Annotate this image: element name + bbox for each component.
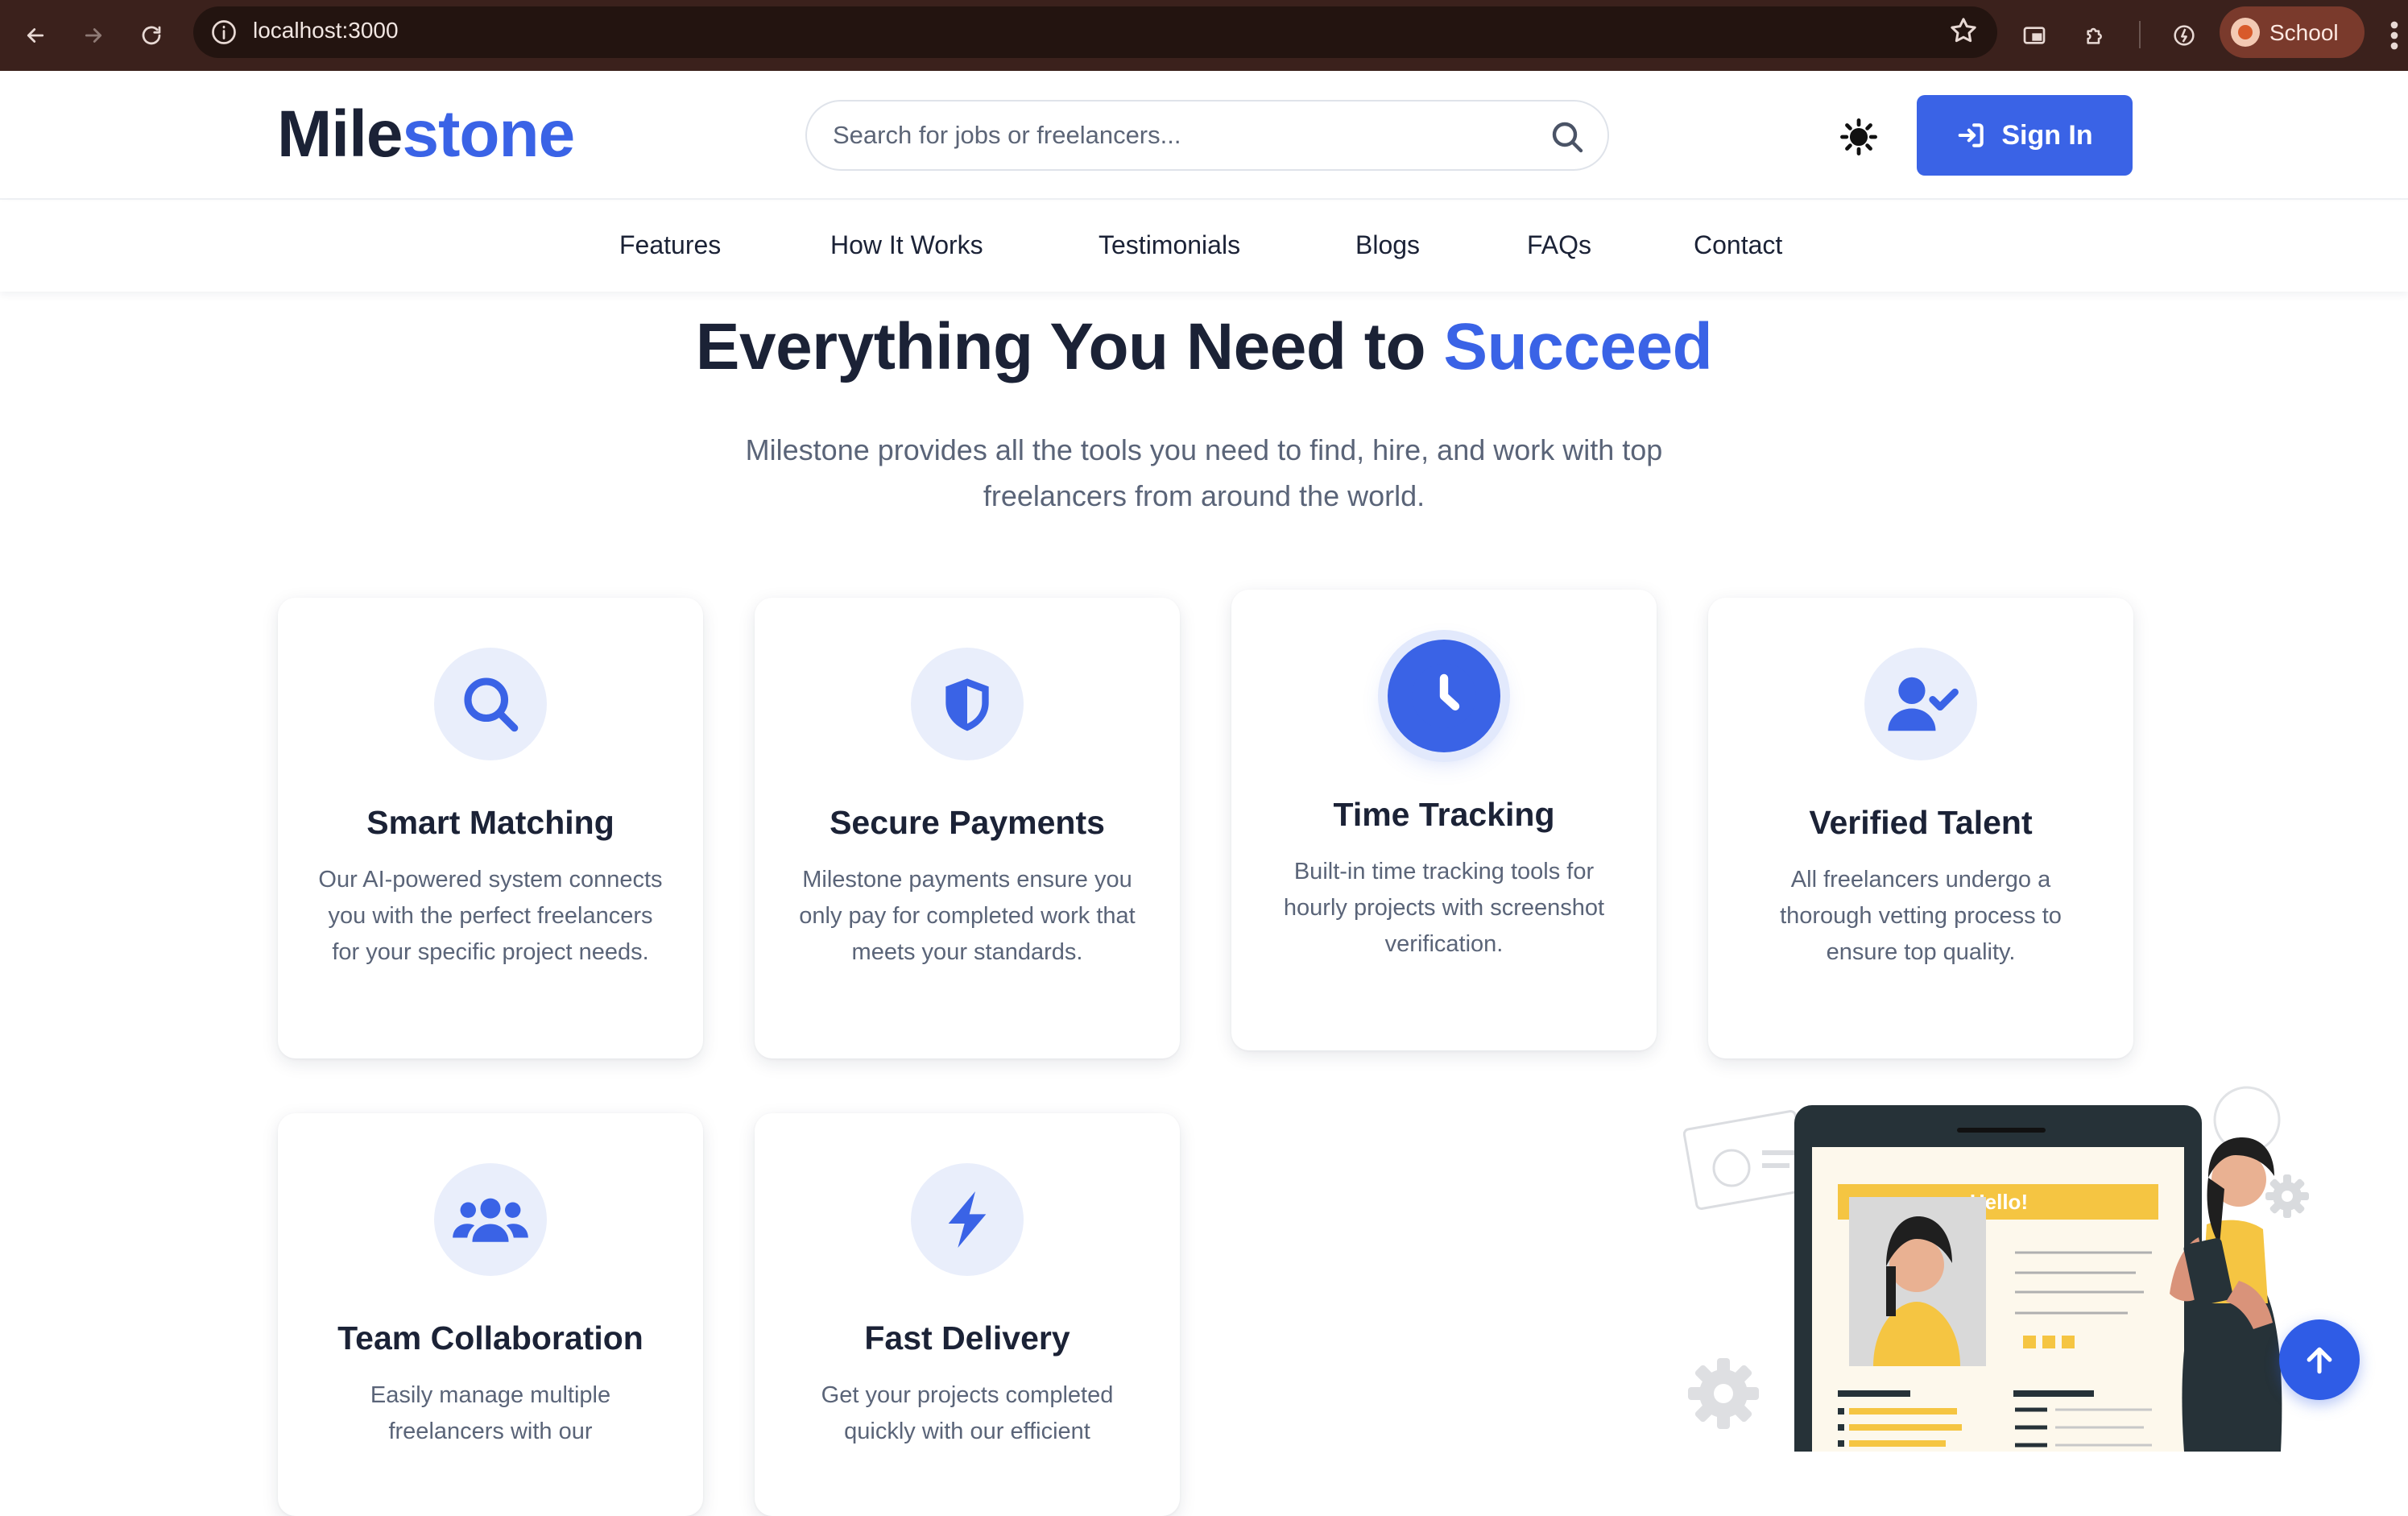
nav-link-testimonials[interactable]: Testimonials [1098,230,1240,260]
feature-card-fast-delivery[interactable]: Fast Delivery Get your projects complete… [755,1113,1180,1516]
speed-icon [2174,25,2195,46]
feature-icon-badge [1864,648,1977,760]
browser-toolbar: localhost:3000 School [0,0,2408,71]
feature-title: Time Tracking [1333,796,1555,833]
feature-description: Our AI-powered system connects you with … [318,867,663,965]
feature-icon-badge [1388,640,1500,752]
section-title: Everything You Need to Succeed [0,309,2408,385]
tablet-graphic: Hello! [1794,1105,2202,1452]
feature-card-team-collaboration[interactable]: Team Collaboration Easily manage multipl… [278,1113,703,1516]
profile-avatar [2231,18,2260,47]
puzzle-icon [2087,27,2102,44]
feature-icon-badge [434,648,547,760]
search-icon[interactable] [1548,118,1587,156]
feature-title: Verified Talent [1809,804,2033,841]
feature-title: Secure Payments [830,804,1105,841]
theme-toggle-button[interactable] [1838,116,1880,158]
back-button[interactable] [14,14,56,56]
search-input[interactable] [833,114,1541,156]
feature-description: Built-in time tracking tools for hourly … [1283,859,1605,957]
feature-description: All freelancers undergo a thorough vetti… [1780,867,2062,965]
extensions-button[interactable] [2075,14,2116,56]
nav-link-how-it-works[interactable]: How It Works [830,230,983,260]
sign-in-button[interactable]: Sign In [1917,95,2133,176]
picture-in-picture-button[interactable] [2013,14,2055,56]
feature-card-verified-talent[interactable]: Verified Talent All freelancers undergo … [1708,598,2133,1058]
bookmark-star-icon[interactable] [1947,14,1980,47]
section-nav: Features How It Works Testimonials Blogs… [0,201,2408,292]
feature-description: Milestone payments ensure you only pay f… [799,867,1136,965]
nav-link-blogs[interactable]: Blogs [1355,230,1420,260]
clock-icon [1412,664,1476,728]
forward-button[interactable] [72,14,114,56]
info-icon[interactable] [209,18,238,47]
shield-icon [945,678,989,731]
url-text[interactable]: localhost:3000 [253,18,399,43]
logo-text-part2: stone [402,97,575,171]
reload-button[interactable] [130,14,172,56]
logo[interactable]: Milestone [277,97,575,172]
feature-title: Fast Delivery [864,1319,1070,1357]
nav-link-features[interactable]: Features [619,230,721,260]
arrow-left-icon [27,28,44,43]
toolbar-divider [2139,21,2141,48]
feature-description: Get your projects completed quickly with… [821,1382,1114,1444]
gear-icon [1688,1358,1759,1429]
arrow-up-icon [2307,1347,2332,1374]
nav-link-faqs[interactable]: FAQs [1527,230,1591,260]
sign-in-label: Sign In [2001,119,2093,151]
arrow-right-icon [85,28,102,43]
gear-icon [2265,1174,2309,1218]
sign-in-icon [1959,123,1984,147]
scroll-to-top-button[interactable] [2279,1319,2360,1400]
address-bar[interactable]: localhost:3000 [193,6,1997,58]
nav-link-contact[interactable]: Contact [1694,230,1782,260]
section-title-main: Everything You Need to [695,310,1444,383]
profile-chip[interactable]: School [2220,6,2365,58]
more-vertical-icon [2390,21,2398,50]
feature-title: Team Collaboration [337,1319,643,1357]
logo-text-part1: Mile [277,97,403,171]
performance-button[interactable] [2163,14,2205,56]
search-bar [805,100,1609,171]
sun-icon [1840,118,1877,155]
profile-name: School [2269,20,2339,45]
site-header: Milestone Sign In [0,71,2408,200]
feature-icon-badge [911,648,1024,760]
reload-icon [142,26,161,45]
search-icon [464,677,519,732]
feature-card-time-tracking[interactable]: Time Tracking Built-in time tracking too… [1231,590,1657,1050]
feature-card-secure-payments[interactable]: Secure Payments Milestone payments ensur… [755,598,1180,1058]
users-icon [453,1198,528,1242]
profile-illustration: Hello! [1683,1086,2309,1452]
section-subtitle: Milestone provides all the tools you nee… [745,433,1663,512]
feature-icon-badge [434,1163,547,1276]
bolt-icon [948,1191,987,1248]
picture-in-picture-icon [2023,27,2046,44]
feature-title: Smart Matching [366,804,614,841]
id-card-graphic [1683,1110,1810,1210]
feature-description: Easily manage multiple freelancers with … [370,1382,611,1444]
feature-icon-badge [911,1163,1024,1276]
feature-card-smart-matching[interactable]: Smart Matching Our AI-powered system con… [278,598,703,1058]
section-title-accent: Succeed [1443,310,1713,383]
user-check-icon [1888,677,1959,731]
browser-menu-button[interactable] [2382,14,2406,56]
